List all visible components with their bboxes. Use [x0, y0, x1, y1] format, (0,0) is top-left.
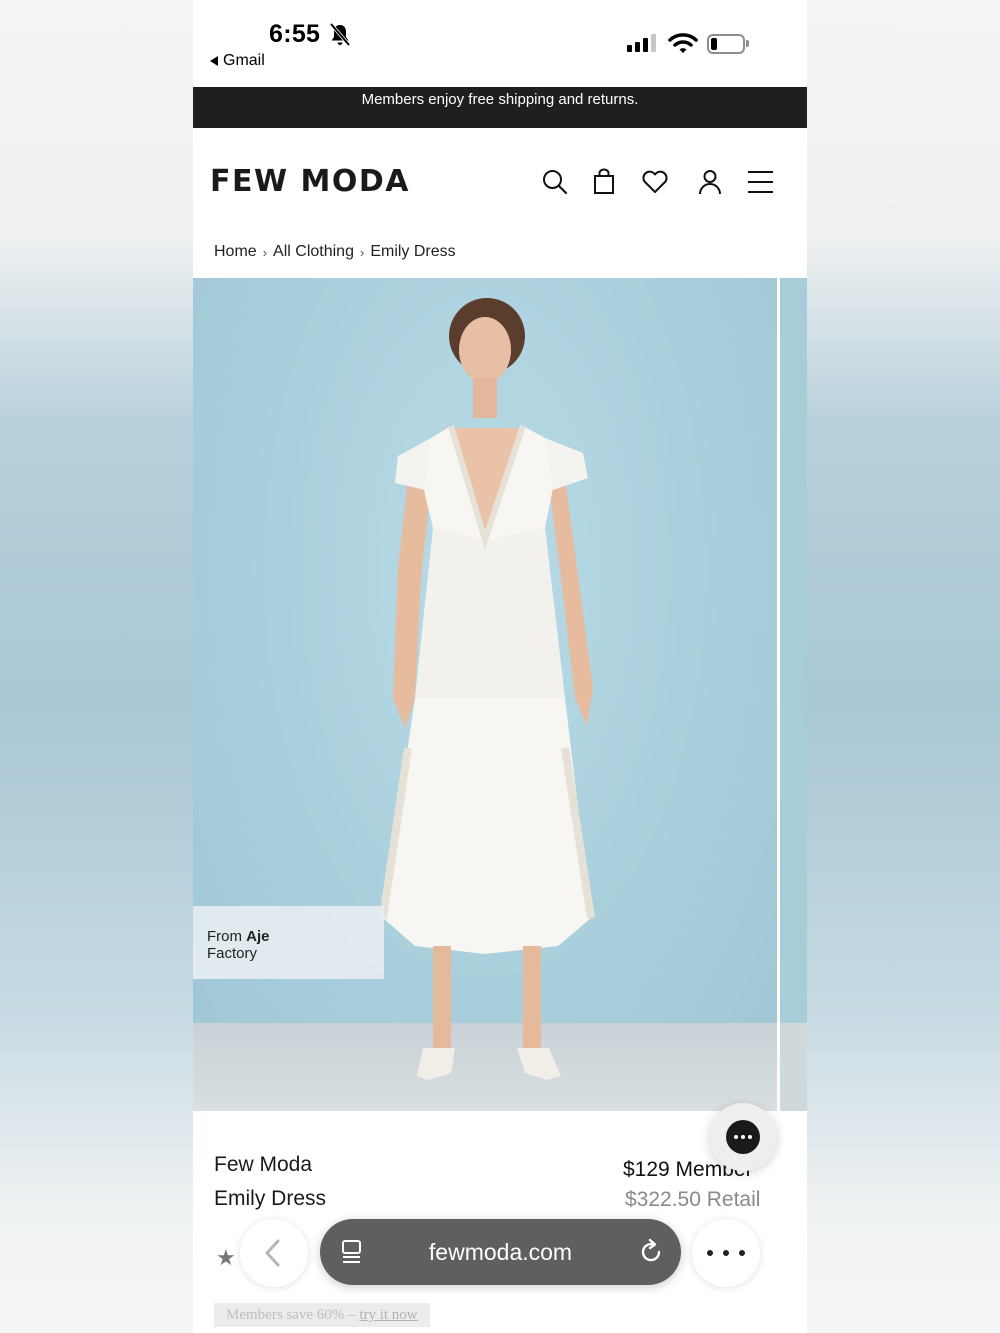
members-save-strip: Members save 60% – try it now: [214, 1303, 430, 1327]
bell-muted-icon: [329, 22, 351, 47]
more-options-button[interactable]: [692, 1219, 760, 1287]
source-tag-name: Aje: [246, 928, 270, 945]
next-image-peek[interactable]: [780, 278, 807, 1111]
source-tag-prefix: From: [207, 928, 247, 945]
peek-floor: [780, 1023, 807, 1111]
browser-back-button[interactable]: [240, 1219, 308, 1287]
back-triangle-icon: [210, 56, 218, 66]
chevron-left-icon: [265, 1239, 280, 1267]
back-app-label: Gmail: [223, 52, 265, 69]
address-bar[interactable]: fewmoda.com: [320, 1219, 681, 1285]
wifi-icon: [668, 33, 698, 53]
promo-banner[interactable]: Members enjoy free shipping and returns.: [193, 87, 807, 128]
heart-icon[interactable]: [640, 167, 670, 197]
reload-icon[interactable]: [637, 1238, 665, 1266]
chat-bubble-icon: [726, 1120, 760, 1154]
ellipsis-icon: [707, 1250, 713, 1256]
product-brand: Few Moda: [214, 1153, 313, 1176]
status-time: 6:55: [269, 20, 321, 48]
model-in-dress-illustration: [379, 298, 595, 1080]
cell-signal-icon: [627, 34, 656, 52]
account-icon[interactable]: [695, 167, 725, 197]
members-save-text: Members save 60% –: [226, 1307, 360, 1323]
back-to-app-link[interactable]: Gmail: [210, 52, 265, 70]
breadcrumb-home[interactable]: Home: [214, 243, 257, 261]
url-text: fewmoda.com: [428, 1239, 573, 1265]
product-name: Emily Dress: [214, 1187, 327, 1210]
product-image[interactable]: From Aje Factory: [193, 278, 777, 1111]
menu-icon[interactable]: [745, 167, 775, 197]
battery-icon: [707, 34, 745, 54]
shopping-bag-icon[interactable]: [589, 167, 619, 197]
breadcrumb: Home › All Clothing › Emily Dress: [214, 243, 456, 261]
try-it-now-link[interactable]: try it now: [359, 1307, 417, 1323]
site-logo[interactable]: FEW MODA: [210, 164, 410, 199]
phone-screen: 6:55 Gmail Members enjoy free shipping a…: [193, 0, 807, 1333]
source-tag: From Aje Factory: [193, 906, 384, 979]
source-tag-suffix: Factory: [207, 945, 258, 962]
rating-star-icon[interactable]: ★: [216, 1245, 236, 1271]
chevron-right-icon: ›: [262, 244, 268, 260]
retail-price: $322.50 Retail: [625, 1188, 761, 1211]
battery-cap: [746, 40, 749, 47]
breadcrumb-all-clothing[interactable]: All Clothing: [273, 243, 354, 261]
breadcrumb-current: Emily Dress: [370, 243, 456, 260]
search-icon[interactable]: [540, 167, 570, 197]
chevron-right-icon: ›: [359, 244, 365, 260]
chat-button[interactable]: [709, 1103, 777, 1171]
